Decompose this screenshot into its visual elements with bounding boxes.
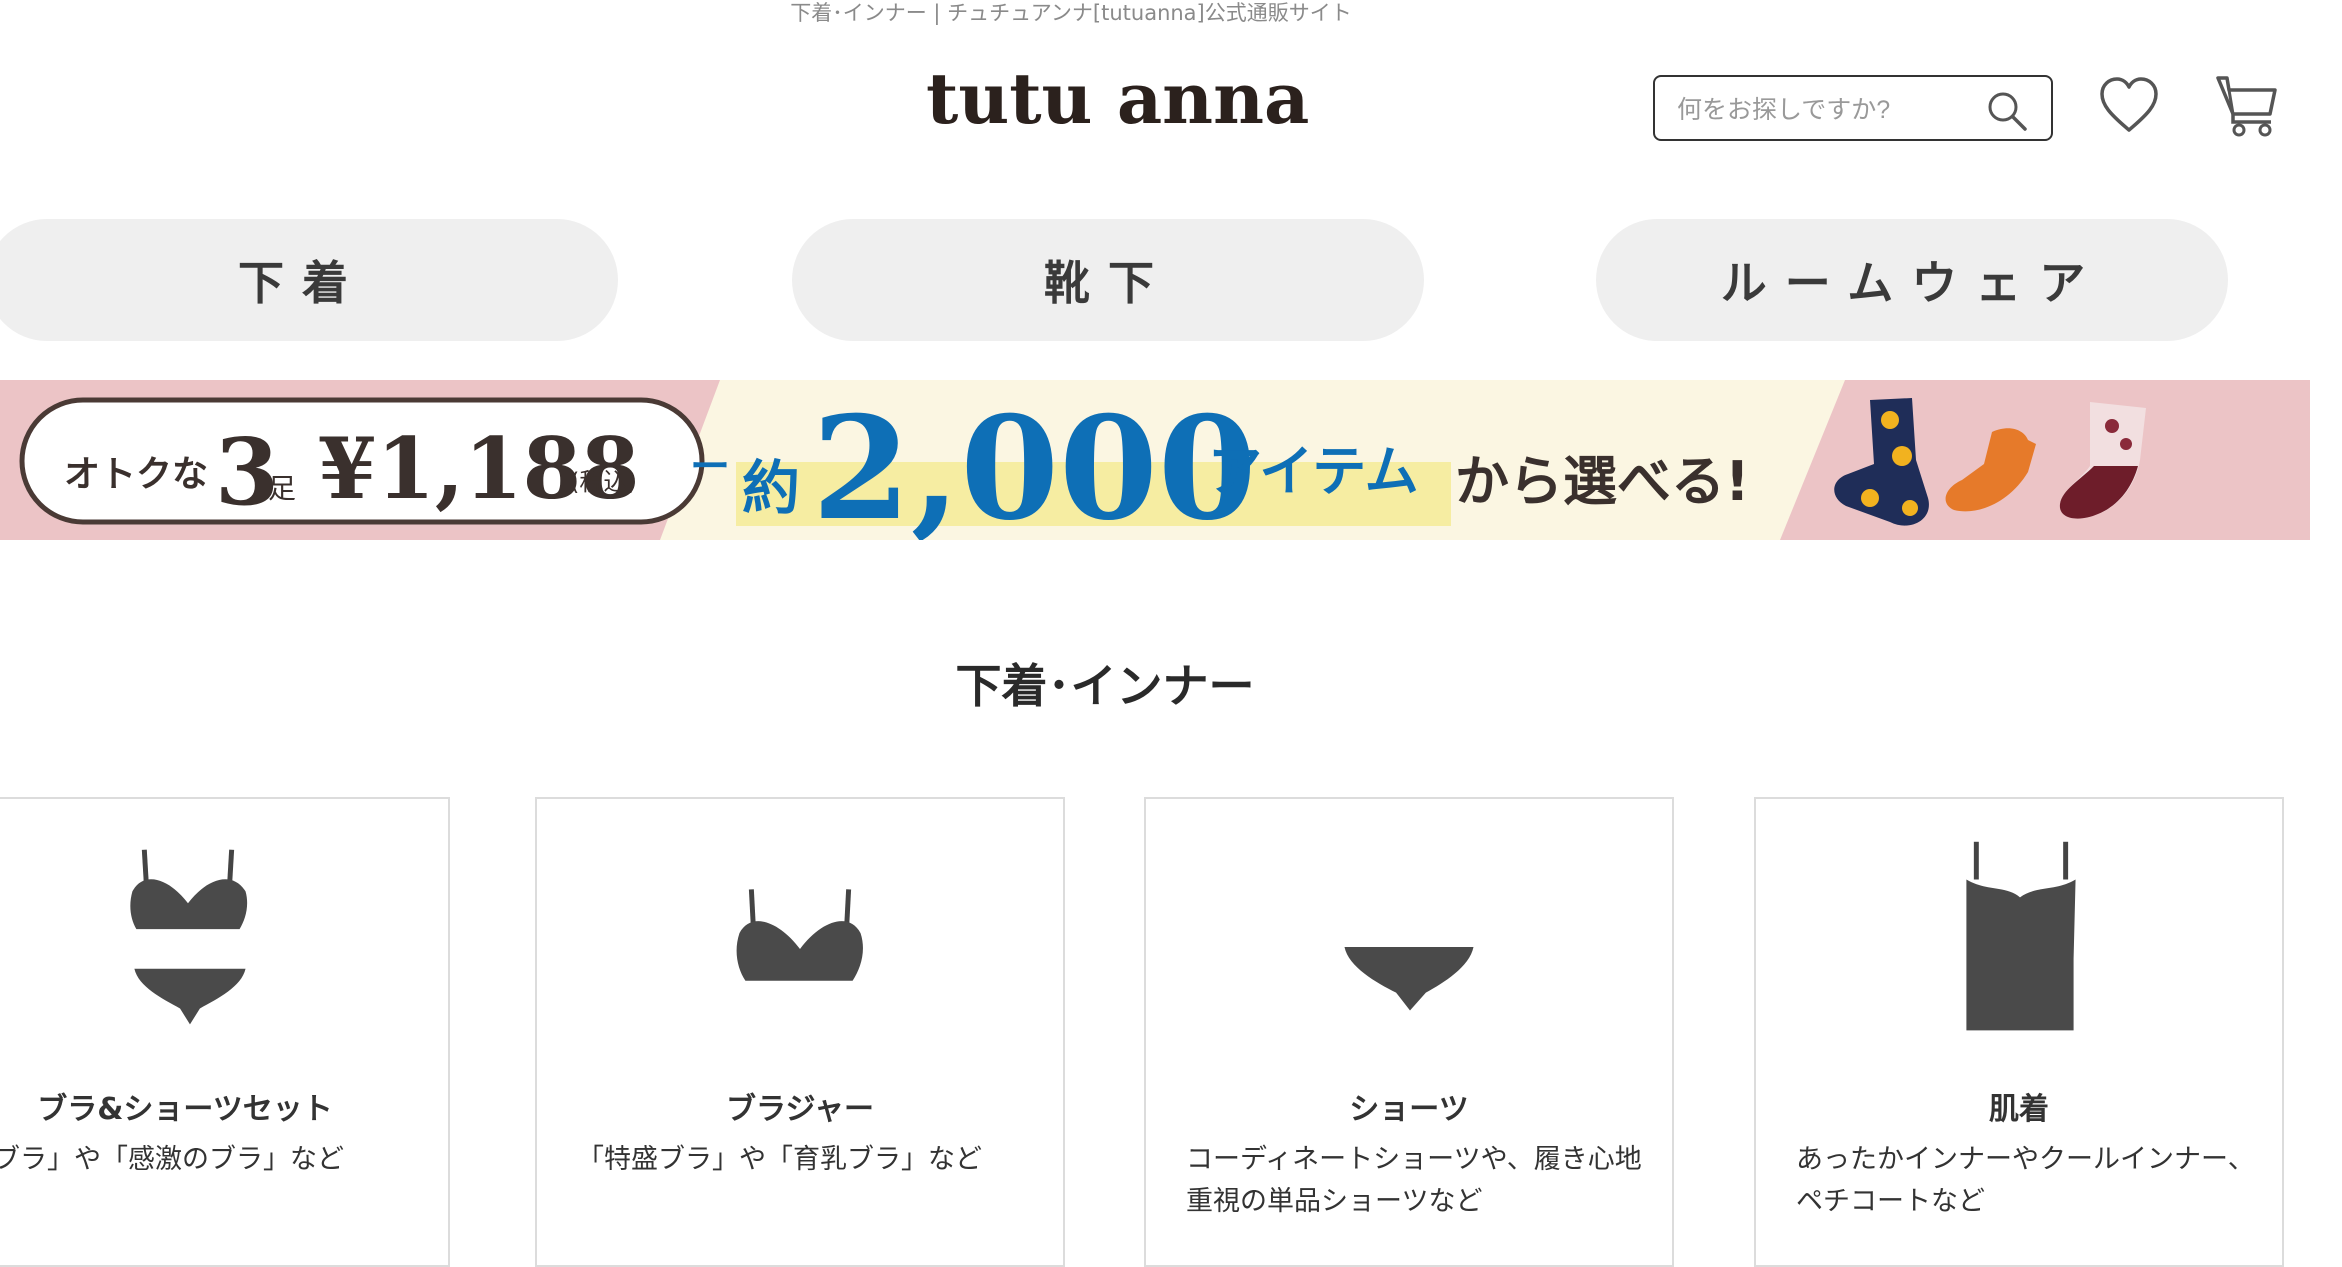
badge-unit: 足: [268, 472, 296, 505]
search-box[interactable]: [1653, 75, 2053, 141]
badge-prefix: オトクな: [64, 454, 208, 495]
banner-suffix: から選べる!: [1455, 450, 1750, 513]
card-title: ブラジャー: [726, 1092, 874, 1127]
card-description: 運命のブラ」や「感激のブラ」など: [0, 1144, 344, 1175]
banner-about: 約: [742, 454, 800, 522]
category-card-bra[interactable]: ブラジャー 「特盛ブラ」や「育乳ブラ」など: [535, 797, 1065, 1267]
card-description: あったかインナーやクールインナー、 ペチコートなど: [1796, 1144, 2255, 1217]
tab-socks[interactable]: 靴下: [792, 219, 1424, 341]
category-card-bra-shorts-set[interactable]: ブラ&ショーツセット 運命のブラ」や「感激のブラ」など: [0, 797, 450, 1267]
bra-icon: [736, 889, 863, 981]
card-description: コーディネートショーツや、履き心地 重視の単品ショーツなど: [1186, 1144, 1642, 1217]
card-title: ショーツ: [1349, 1092, 1469, 1127]
category-card-undershirt[interactable]: 肌着 あったかインナーやクールインナー、 ペチコートなど: [1754, 797, 2284, 1267]
category-card-shorts[interactable]: ショーツ コーディネートショーツや、履き心地 重視の単品ショーツなど: [1144, 797, 1674, 1267]
card-description: 「特盛ブラ」や「育乳ブラ」など: [577, 1144, 982, 1175]
site-logo[interactable]: tutu anna: [926, 64, 1309, 134]
bra-shorts-set-icon: [130, 849, 248, 1025]
card-title: ブラ&ショーツセット: [37, 1092, 333, 1127]
badge-tax: (税込): [570, 468, 637, 496]
banner-items-word: アイテム: [1208, 440, 1419, 503]
banner-big-number: 2,000: [812, 386, 1257, 540]
search-icon[interactable]: [1985, 89, 2029, 133]
camisole-icon: [1966, 841, 2076, 1031]
campaign-banner[interactable]: オトクな 3 足 ¥1,188 (税込) ー 約 2,000 アイテム から選べ…: [0, 380, 2310, 540]
heart-icon[interactable]: [2098, 76, 2160, 134]
window-title: 下着･インナー | チュチュアンナ[tutuanna]公式通販サイト: [790, 1, 1352, 25]
banner-dash: ー: [690, 444, 730, 490]
tab-underwear[interactable]: 下着: [0, 219, 618, 341]
search-input[interactable]: [1675, 89, 1979, 131]
shorts-icon: [1344, 946, 1474, 1011]
card-title: 肌着: [1989, 1092, 2049, 1127]
tab-roomwear[interactable]: ルームウェア: [1596, 219, 2228, 341]
cart-icon[interactable]: [2215, 72, 2279, 138]
window-title-bar: 下着･インナー | チュチュアンナ[tutuanna]公式通販サイト: [0, 0, 2342, 27]
section-title: 下着･インナー: [955, 659, 1255, 713]
